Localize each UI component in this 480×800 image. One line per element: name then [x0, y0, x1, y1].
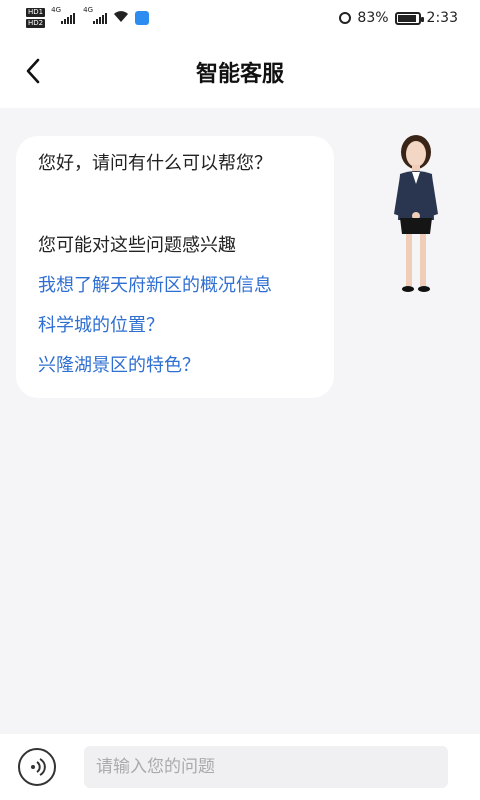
- question-link[interactable]: 科学城的位置？: [38, 312, 312, 340]
- question-link[interactable]: 兴隆湖景区的特色？: [38, 352, 312, 380]
- alarm-icon: [339, 12, 352, 24]
- battery-icon: [394, 11, 424, 25]
- status-right: 83% 2:33: [339, 10, 458, 26]
- app-icon: [135, 11, 150, 25]
- clock: 2:33: [426, 10, 458, 26]
- question-link[interactable]: 我想了解天府新区的概况信息: [38, 272, 312, 300]
- assistant-avatar: [394, 135, 438, 292]
- status-left: HD1 HD2 4G 4G: [26, 6, 150, 28]
- signal-icon-2: 4G: [83, 6, 108, 24]
- voice-icon[interactable]: [18, 748, 56, 786]
- greeting-text: 您好，请问有什么可以帮您？: [38, 153, 272, 174]
- question-input[interactable]: [84, 746, 448, 788]
- message-bubble: 您好，请问有什么可以帮您？ 您可能对这些问题感兴趣 我想了解天府新区的概况信息 …: [16, 136, 334, 398]
- page-title: 智能客服: [195, 62, 284, 87]
- network-type-label-2: 4G: [83, 6, 93, 14]
- hd-badges: HD1 HD2: [26, 8, 46, 28]
- chevron-left-icon[interactable]: [18, 56, 48, 86]
- status-bar: HD1 HD2 4G 4G 83% 2:33: [0, 0, 480, 36]
- wifi-icon: [113, 10, 129, 27]
- hd2-badge: HD2: [26, 19, 46, 28]
- header: 智能客服: [0, 36, 480, 108]
- battery-percent: 83%: [357, 10, 389, 26]
- suggest-lead-text: 您可能对这些问题感兴趣: [38, 235, 236, 256]
- hd1-badge: HD1: [26, 8, 46, 17]
- signal-icon: 4G: [51, 6, 76, 24]
- network-type-label: 4G: [51, 6, 61, 14]
- input-bar: [0, 734, 480, 800]
- chat-area[interactable]: 您好，请问有什么可以帮您？ 您可能对这些问题感兴趣 我想了解天府新区的概况信息 …: [0, 108, 480, 734]
